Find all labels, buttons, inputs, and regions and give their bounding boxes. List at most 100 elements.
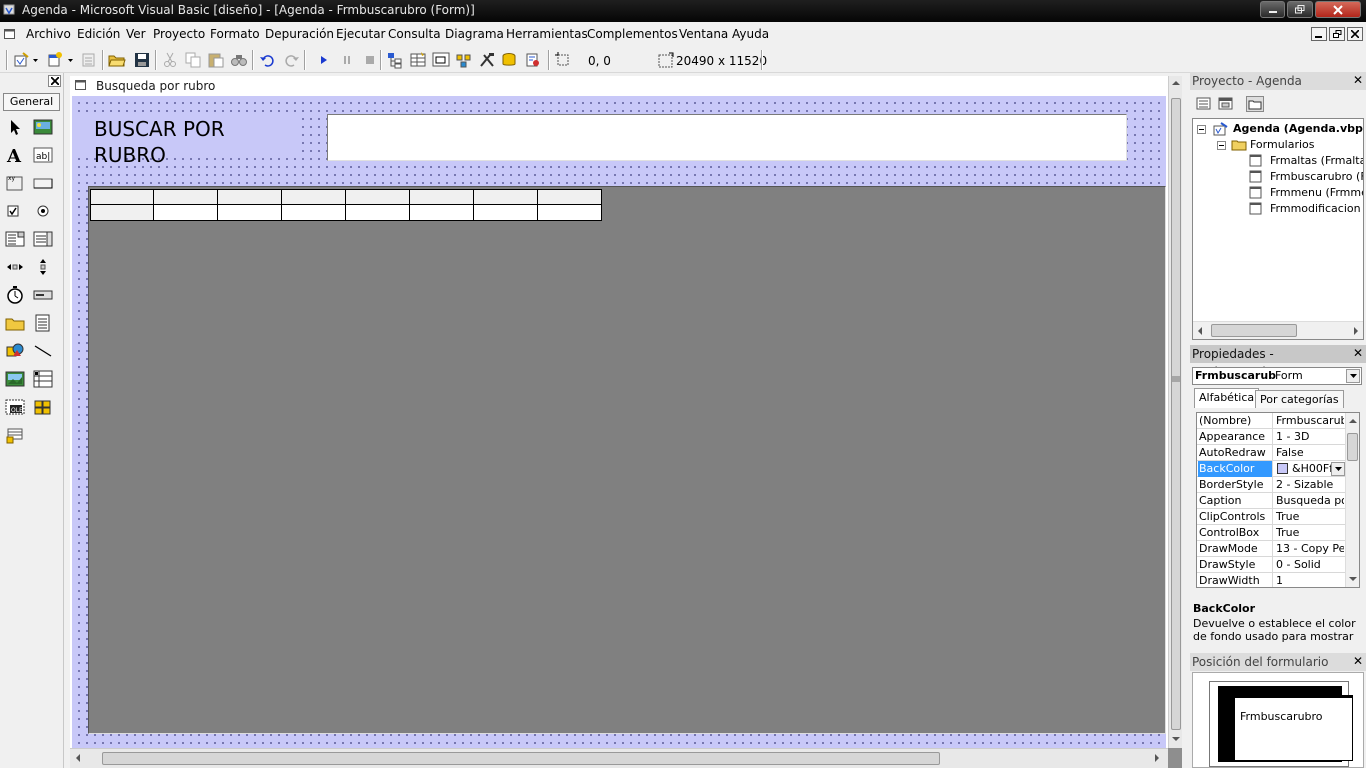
toggle-folders-icon[interactable] xyxy=(1246,96,1264,112)
line-tool-icon[interactable] xyxy=(33,341,53,361)
dropdown-arrow-icon[interactable] xyxy=(68,59,73,63)
combobox-tool-icon[interactable] xyxy=(5,229,25,249)
horizontal-scroll-thumb[interactable] xyxy=(102,752,940,765)
grid-cell[interactable] xyxy=(474,205,538,221)
properties-vscrollbar[interactable] xyxy=(1345,413,1359,587)
menu-depuracion[interactable]: Depuración xyxy=(265,27,334,41)
toolbox-close-button[interactable] xyxy=(48,75,61,87)
tab-por-categorias[interactable]: Por categorías xyxy=(1255,390,1344,408)
menu-herramientas[interactable]: Herramientas xyxy=(506,27,588,41)
property-value[interactable]: 2 - Sizable xyxy=(1274,477,1344,493)
project-root-node[interactable]: Agenda (Agenda.vbp) xyxy=(1233,122,1363,135)
view-object-icon[interactable] xyxy=(1217,96,1235,112)
optionbutton-tool-icon[interactable] xyxy=(33,201,53,221)
mdi-minimize-button[interactable] xyxy=(1311,27,1327,41)
grid-header-cell[interactable] xyxy=(218,189,282,205)
grid-cell[interactable] xyxy=(282,205,346,221)
menu-proyecto[interactable]: Proyecto xyxy=(153,27,205,41)
grid-header-cell[interactable] xyxy=(538,189,602,205)
object-selector[interactable]: Frmbuscarub Form xyxy=(1192,367,1362,385)
scroll-down-icon[interactable] xyxy=(1172,737,1180,743)
add-form-icon[interactable] xyxy=(46,51,64,69)
project-tree[interactable]: Agenda (Agenda.vbp) Formularios Frmaltas… xyxy=(1192,118,1364,340)
form-layout-panel-header[interactable]: Posición del formulario ✕ xyxy=(1190,653,1366,671)
label-buscar-por-rubro[interactable]: BUSCAR POR RUBRO xyxy=(78,114,300,167)
scroll-left-icon[interactable] xyxy=(75,754,81,762)
property-value[interactable]: Busqueda por xyxy=(1274,493,1344,509)
add-project-icon[interactable] xyxy=(13,51,31,69)
property-row[interactable]: DrawMode 13 - Copy Per xyxy=(1197,541,1345,557)
stop-icon[interactable] xyxy=(361,51,379,69)
property-row[interactable]: Appearance 1 - 3D xyxy=(1197,429,1345,445)
properties-panel-close-icon[interactable]: ✕ xyxy=(1352,347,1364,359)
mdi-restore-button[interactable] xyxy=(1329,27,1345,41)
project-tree-scroll-thumb[interactable] xyxy=(1211,324,1297,337)
collapse-icon[interactable] xyxy=(1217,141,1226,150)
copy-icon[interactable] xyxy=(184,51,202,69)
picturebox-tool-icon[interactable] xyxy=(33,117,53,137)
view-code-icon[interactable] xyxy=(1195,96,1213,112)
grid-header-cell[interactable] xyxy=(154,189,218,205)
save-icon[interactable] xyxy=(133,51,151,69)
color-dropdown-button[interactable] xyxy=(1331,462,1345,476)
flexgrid-control[interactable] xyxy=(88,186,1166,734)
maximize-button[interactable] xyxy=(1287,1,1313,18)
menu-ventana[interactable]: Ventana xyxy=(679,27,728,41)
find-icon[interactable] xyxy=(230,51,248,69)
paste-icon[interactable] xyxy=(207,51,225,69)
project-tree-hscrollbar[interactable] xyxy=(1193,321,1363,339)
grid-cell[interactable] xyxy=(218,205,282,221)
hscrollbar-tool-icon[interactable] xyxy=(5,257,25,277)
menu-diagrama[interactable]: Diagrama xyxy=(445,27,504,41)
scroll-up-icon[interactable] xyxy=(1349,418,1357,423)
properties-grid[interactable]: (Nombre)Frmbuscarubr Appearance1 - 3D Au… xyxy=(1196,412,1360,588)
toolbox-icon[interactable] xyxy=(478,51,496,69)
cut-icon[interactable] xyxy=(161,51,179,69)
close-button[interactable] xyxy=(1315,1,1361,18)
menu-formato[interactable]: Formato xyxy=(210,27,260,41)
forms-folder-node[interactable]: Formularios xyxy=(1250,138,1315,151)
checkbox-tool-icon[interactable] xyxy=(5,201,25,221)
menu-ver[interactable]: Ver xyxy=(126,27,146,41)
form-layout-icon[interactable] xyxy=(432,51,450,69)
property-row[interactable]: CaptionBusqueda por xyxy=(1197,493,1345,509)
shape-tool-icon[interactable] xyxy=(5,341,25,361)
scroll-right-icon[interactable] xyxy=(1353,327,1359,335)
menu-archivo[interactable]: Archivo xyxy=(26,27,71,41)
scroll-up-icon[interactable] xyxy=(1172,80,1180,86)
tab-alfabetica[interactable]: Alfabética xyxy=(1194,388,1260,408)
dropdown-arrow-icon[interactable] xyxy=(33,59,38,63)
menu-ejecutar[interactable]: Ejecutar xyxy=(336,27,386,41)
label-tool-icon[interactable]: A xyxy=(5,145,25,165)
property-value[interactable]: False xyxy=(1274,445,1344,461)
property-value[interactable]: 13 - Copy Per xyxy=(1274,541,1344,557)
project-item-frmmenu[interactable]: Frmmenu (Frmmenu xyxy=(1270,186,1363,199)
scroll-down-icon[interactable] xyxy=(1349,577,1357,582)
grid-header-cell[interactable] xyxy=(282,189,346,205)
data-tool-icon[interactable] xyxy=(33,369,53,389)
project-panel-close-icon[interactable]: ✕ xyxy=(1352,74,1364,86)
menu-edicion[interactable]: Edición xyxy=(77,27,120,41)
grid-header-cell[interactable] xyxy=(90,189,154,205)
menu-ayuda[interactable]: Ayuda xyxy=(732,27,769,41)
menu-editor-icon[interactable] xyxy=(80,51,98,69)
minimize-button[interactable] xyxy=(1260,1,1285,18)
image-tool-icon[interactable] xyxy=(5,369,25,389)
menu-consulta[interactable]: Consulta xyxy=(388,27,441,41)
grid-header-cell[interactable] xyxy=(410,189,474,205)
vertical-scroll-thumb[interactable] xyxy=(1171,98,1181,730)
grid-cell[interactable] xyxy=(154,205,218,221)
form-horizontal-scrollbar[interactable] xyxy=(70,748,1168,768)
custom-control-icon[interactable] xyxy=(5,425,25,445)
property-row[interactable]: DrawWidth 1 xyxy=(1197,573,1345,587)
property-row-selected[interactable]: BackColor &H00Ff xyxy=(1197,461,1345,477)
frame-tool-icon[interactable]: xy xyxy=(5,173,25,193)
project-panel-header[interactable]: Proyecto - Agenda ✕ xyxy=(1190,72,1366,90)
pause-icon[interactable] xyxy=(338,51,356,69)
collapse-icon[interactable] xyxy=(1197,125,1206,134)
object-browser-icon[interactable] xyxy=(455,51,473,69)
form-system-icon[interactable] xyxy=(4,28,16,40)
properties-window-icon[interactable] xyxy=(409,51,427,69)
property-value[interactable]: 1 xyxy=(1274,573,1344,587)
open-folder-icon[interactable] xyxy=(108,51,126,69)
